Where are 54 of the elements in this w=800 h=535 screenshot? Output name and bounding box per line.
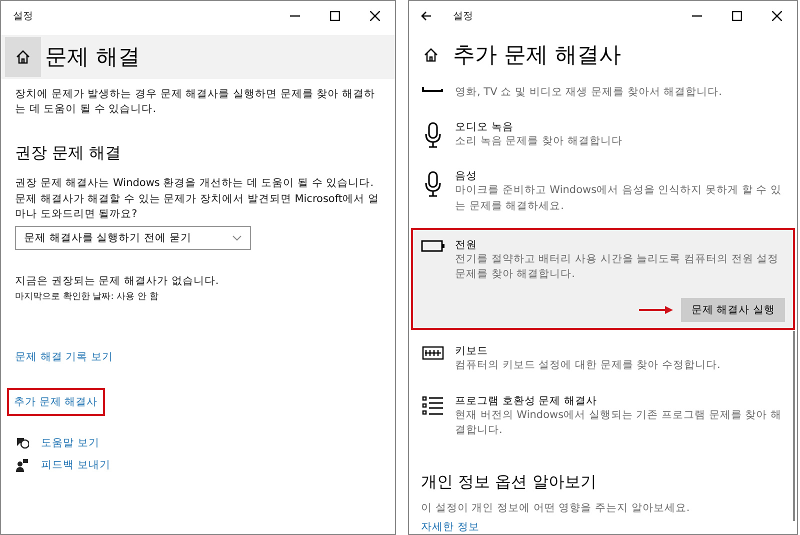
home-button[interactable] [5,37,41,77]
troubleshoot-link[interactable]: 추가 문제 해결사 [7,388,105,416]
troubleshooter-title: 프로그램 호환성 문제 해결사 [455,394,598,408]
troubleshooter-description: 소리 녹음 문제를 찾아 해결합니다 [455,134,624,150]
troubleshooter-title: 키보드 [455,344,489,358]
troubleshooter-description: 컴퓨터의 키보드 설정에 대한 문제를 찾아 수정합니다. [455,358,722,374]
troubleshoot-dropdown[interactable]: 문제 해결사를 실행하기 전에 묻기 [15,226,251,250]
window-title: 설정 [453,10,473,23]
annotation-arrow [639,306,674,314]
troubleshooter-title: 전원 [455,238,478,252]
battery-icon [421,240,445,252]
close-icon[interactable] [772,11,782,21]
list-icon [422,396,444,416]
home-icon[interactable] [16,50,30,64]
microphone-icon [425,171,441,198]
troubleshooter-description: 영화, TV 쇼 및 비디오 재생 문제를 찾아서 해결합니다. [455,85,723,100]
page-heading: 추가 문제 해결사 [453,42,621,70]
troubleshooter-description: 현재 버전의 Windows에서 실행되는 기존 프로그램 문제를 찾아 해결합니다. [455,408,783,438]
maximize-icon[interactable] [330,11,340,21]
chevron-down-icon [232,235,242,242]
section-text: 권장 문제 해결사는 Windows 환경을 개선하는 데 도움이 될 수 있습니다. 문제 해결사가 해결할 수 있는 문제가 장치에서 발견되면 Microsoft에서 얼마나 도와드리면 될까요? [15,176,380,222]
troubleshooter-item[interactable]: 영화, TV 쇼 및 비디오 재생 문제를 찾아서 해결합니다. [409,79,797,106]
intro-text: 장치에 문제가 발생하는 경우 문제 해결사를 실행하면 문제를 찾아 해결하는 데 도움이 될 수 있습니다. [15,87,376,118]
troubleshoot-link[interactable]: 문제 해결 기록 보기 [15,350,114,364]
window-title: 설정 [13,10,33,23]
troubleshooter-description: 마이크를 준비하고 Windows에서 음성을 인식하지 못하게 할 수 있는 문제를 해결하세요. [455,183,783,214]
maximize-icon[interactable] [732,11,742,21]
troubleshooter-item[interactable]: 키보드 컴퓨터의 키보드 설정에 대한 문제를 찾아 수정합니다. [409,338,797,380]
status-text: 지금은 권장되는 문제 해결사가 없습니다. [15,274,220,290]
home-icon[interactable] [424,48,438,62]
tv-stand-icon [422,87,444,93]
help-link[interactable]: 피드백 보내기 [41,458,110,472]
page-heading: 문제 해결 [45,44,140,72]
troubleshooter-item[interactable]: 오디오 녹음 소리 녹음 문제를 찾아 해결합니다 [409,114,797,156]
troubleshooter-title: 음성 [455,169,478,184]
more-info-link[interactable]: 자세한 정보 [421,520,480,534]
section-heading: 권장 문제 해결 [15,143,122,164]
troubleshooter-item[interactable]: 프로그램 호환성 문제 해결사 현재 버전의 Windows에서 실행되는 기존 프로그램 문제를 찾아 해결합니다. [409,388,797,444]
last-checked-text: 마지막으로 확인한 날짜: 사용 안 함 [15,291,160,304]
person-feedback-icon [15,458,29,472]
privacy-text: 이 설정이 개인 정보에 어떤 영향을 주는지 알아보세요. [421,500,691,516]
back-arrow-icon[interactable] [421,11,431,21]
close-icon[interactable] [370,11,380,21]
microphone-icon [425,122,441,148]
troubleshooter-title: 오디오 녹음 [455,120,514,134]
help-link[interactable]: 도움말 보기 [41,436,100,450]
troubleshooter-description: 전기를 절약하고 배터리 사용 시간을 늘리도록 컴퓨터의 전원 설정 문제를 찾아 해결합니다. [455,252,780,282]
section-heading: 개인 정보 옵션 알아보기 [421,472,598,493]
run-troubleshooter-button[interactable]: 문제 해결사 실행 [681,298,785,322]
scrollbar[interactable] [793,331,795,521]
chat-question-icon [15,437,29,450]
troubleshooter-item[interactable]: 전원 전기를 절약하고 배터리 사용 시간을 늘리도록 컴퓨터의 전원 설정 문제를 찾아 해결합니다. 문제 해결사 실행 [411,228,795,330]
keyboard-icon [422,346,444,360]
troubleshooter-item[interactable]: 음성 마이크를 준비하고 Windows에서 음성을 인식하지 못하게 할 수 있는 문제를 해결하세요. [409,163,797,220]
